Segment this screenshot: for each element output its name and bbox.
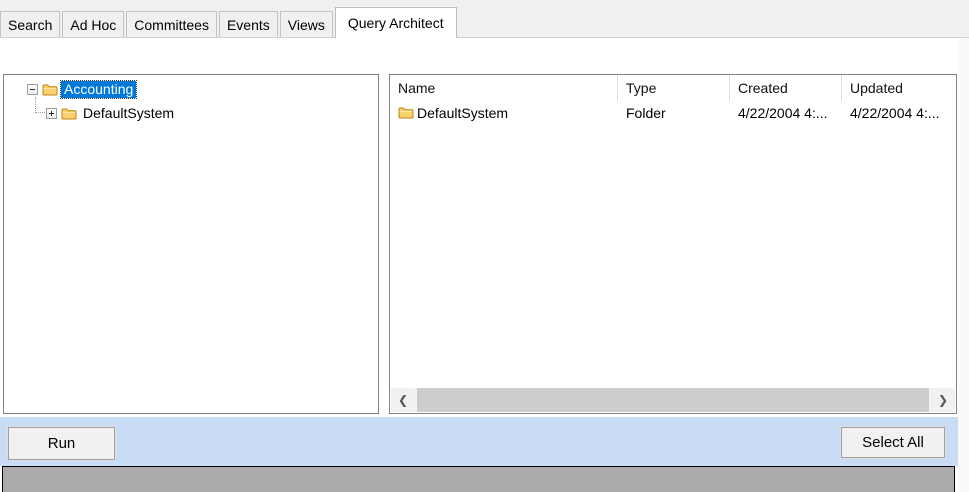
- list-cell-type: Folder: [618, 105, 730, 121]
- list-cell-updated: 4/22/2004 4:...: [842, 105, 956, 121]
- folder-list-panel: Name Type Created Updated DefaultSystem …: [389, 74, 957, 414]
- tree-label-defaultsystem[interactable]: DefaultSystem: [80, 105, 177, 122]
- list-cell-name-text: DefaultSystem: [417, 105, 508, 121]
- tab-ad-hoc[interactable]: Ad Hoc: [62, 11, 124, 37]
- folder-icon: [398, 106, 414, 119]
- scrollbar-thumb[interactable]: [417, 388, 929, 412]
- content-right-edge: [957, 38, 969, 492]
- horizontal-scrollbar[interactable]: ❮ ❯: [391, 388, 955, 412]
- tab-search[interactable]: Search: [0, 11, 60, 37]
- list-row-defaultsystem[interactable]: DefaultSystem Folder 4/22/2004 4:... 4/2…: [390, 101, 956, 124]
- tree-label-accounting[interactable]: Accounting: [61, 81, 136, 98]
- action-bar: Run Select All: [0, 417, 958, 466]
- column-header-updated[interactable]: Updated: [842, 75, 956, 101]
- minus-glyph: [30, 89, 35, 90]
- tree-item-defaultsystem[interactable]: DefaultSystem: [4, 104, 378, 122]
- scroll-right-icon[interactable]: ❯: [931, 388, 955, 412]
- tree-item-accounting[interactable]: Accounting: [4, 80, 378, 98]
- select-all-button[interactable]: Select All: [841, 427, 945, 458]
- tab-bar: Search Ad Hoc Committees Events Views Qu…: [0, 0, 969, 38]
- folder-icon: [42, 83, 58, 96]
- collapse-minus-icon[interactable]: [27, 84, 38, 95]
- column-header-type[interactable]: Type: [618, 75, 730, 101]
- column-header-created[interactable]: Created: [730, 75, 842, 101]
- tab-views[interactable]: Views: [280, 11, 333, 37]
- list-cell-name[interactable]: DefaultSystem: [390, 105, 618, 121]
- tab-query-architect[interactable]: Query Architect: [335, 7, 457, 38]
- list-header: Name Type Created Updated: [390, 75, 956, 101]
- status-bar: [2, 466, 955, 492]
- plus-glyph-v: [51, 111, 52, 116]
- expand-plus-icon[interactable]: [46, 108, 57, 119]
- folder-tree-panel: Accounting DefaultSystem: [3, 74, 379, 414]
- tab-events[interactable]: Events: [219, 11, 278, 37]
- tab-committees[interactable]: Committees: [126, 11, 217, 37]
- scroll-left-icon[interactable]: ❮: [391, 388, 415, 412]
- folder-icon: [61, 107, 77, 120]
- column-header-name[interactable]: Name: [390, 75, 618, 101]
- run-button[interactable]: Run: [8, 427, 115, 460]
- list-cell-created: 4/22/2004 4:...: [730, 105, 842, 121]
